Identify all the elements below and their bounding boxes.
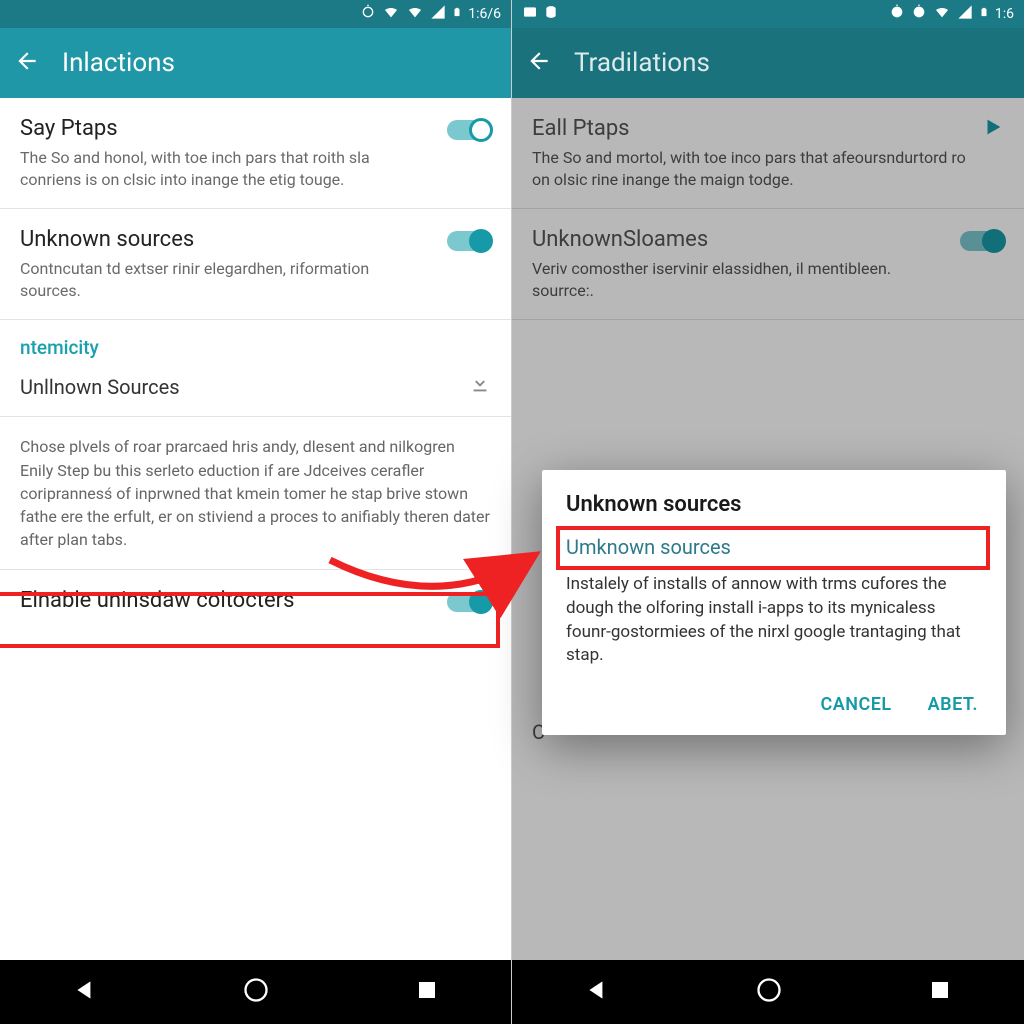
- signal-icon: [957, 4, 973, 24]
- sub-item-label: Unllnown Sources: [20, 375, 457, 399]
- setting-title: UnknownSloames: [532, 227, 944, 252]
- dialog-body: Instalely of installs of annow with trms…: [566, 573, 982, 668]
- card-icon: [522, 4, 538, 24]
- navigation-bar: [0, 960, 511, 1024]
- highlight-box: [556, 526, 990, 570]
- nav-home-icon[interactable]: [242, 976, 270, 1008]
- nav-back-icon[interactable]: [72, 977, 98, 1007]
- setting-desc: The So and honol, with toe inch pars tha…: [20, 147, 431, 190]
- setting-item[interactable]: Say Ptaps The So and honol, with toe inc…: [0, 98, 511, 209]
- nav-recent-icon[interactable]: [415, 978, 439, 1006]
- timer-icon: [911, 4, 927, 24]
- navigation-bar: [512, 960, 1024, 1024]
- setting-desc: The So and mortol, with toe inco pars th…: [532, 147, 966, 190]
- wifi-icon: [382, 4, 400, 24]
- timer-icon: [360, 4, 376, 24]
- toggle-switch: [960, 231, 1004, 251]
- play-icon: [982, 116, 1004, 142]
- status-bar: 1:6: [512, 0, 1024, 28]
- setting-desc: Veriv comosther iservinir elassidhen, il…: [532, 258, 944, 301]
- nav-home-icon[interactable]: [755, 976, 783, 1008]
- unknown-sources-dialog: Unknown sources Umknown sources Instalel…: [542, 470, 1006, 735]
- setting-title: Unknown sources: [20, 227, 431, 252]
- signal-icon: [430, 4, 446, 24]
- nav-back-icon[interactable]: [584, 977, 610, 1007]
- setting-unknown-sources[interactable]: Unknown sources Contncutan td extser rin…: [0, 209, 511, 320]
- download-icon: [469, 373, 491, 400]
- back-button[interactable]: [526, 48, 552, 78]
- app-bar: Tradilations: [512, 28, 1024, 98]
- page-title: Inlactions: [62, 48, 175, 78]
- battery-icon: [979, 4, 989, 24]
- ok-button[interactable]: ABET.: [924, 686, 982, 723]
- setting-item: UnknownSloames Veriv comosther iservinir…: [512, 209, 1024, 320]
- setting-desc: Contncutan td extser rinir elegardhen, r…: [20, 258, 431, 301]
- status-bar: 1:6/6: [0, 0, 511, 28]
- annotation-arrow: [320, 500, 560, 620]
- section-label: ntemicity: [0, 320, 511, 363]
- page-title: Tradilations: [574, 48, 710, 78]
- toggle-switch[interactable]: [447, 120, 491, 140]
- cancel-button[interactable]: CANCEL: [816, 686, 895, 723]
- toggle-switch[interactable]: [447, 231, 491, 251]
- battery-icon: [452, 4, 462, 24]
- dialog-title: Unknown sources: [566, 492, 982, 517]
- status-time: 1:6/6: [468, 6, 501, 22]
- status-time: 1:6: [995, 6, 1014, 22]
- wifi-icon: [933, 4, 951, 24]
- app-bar: Inlactions: [0, 28, 511, 98]
- unknown-sources-row[interactable]: Unllnown Sources: [0, 363, 511, 417]
- phone-screenshot-right: 1:6 Tradilations Eall Ptaps The So and m…: [512, 0, 1024, 1024]
- db-icon: [544, 4, 558, 24]
- timer-icon: [889, 4, 905, 24]
- nav-recent-icon[interactable]: [928, 978, 952, 1006]
- setting-title: Say Ptaps: [20, 116, 431, 141]
- setting-title: Eall Ptaps: [532, 116, 966, 141]
- back-button[interactable]: [14, 48, 40, 78]
- wifi-icon: [406, 4, 424, 24]
- setting-item: Eall Ptaps The So and mortol, with toe i…: [512, 98, 1024, 209]
